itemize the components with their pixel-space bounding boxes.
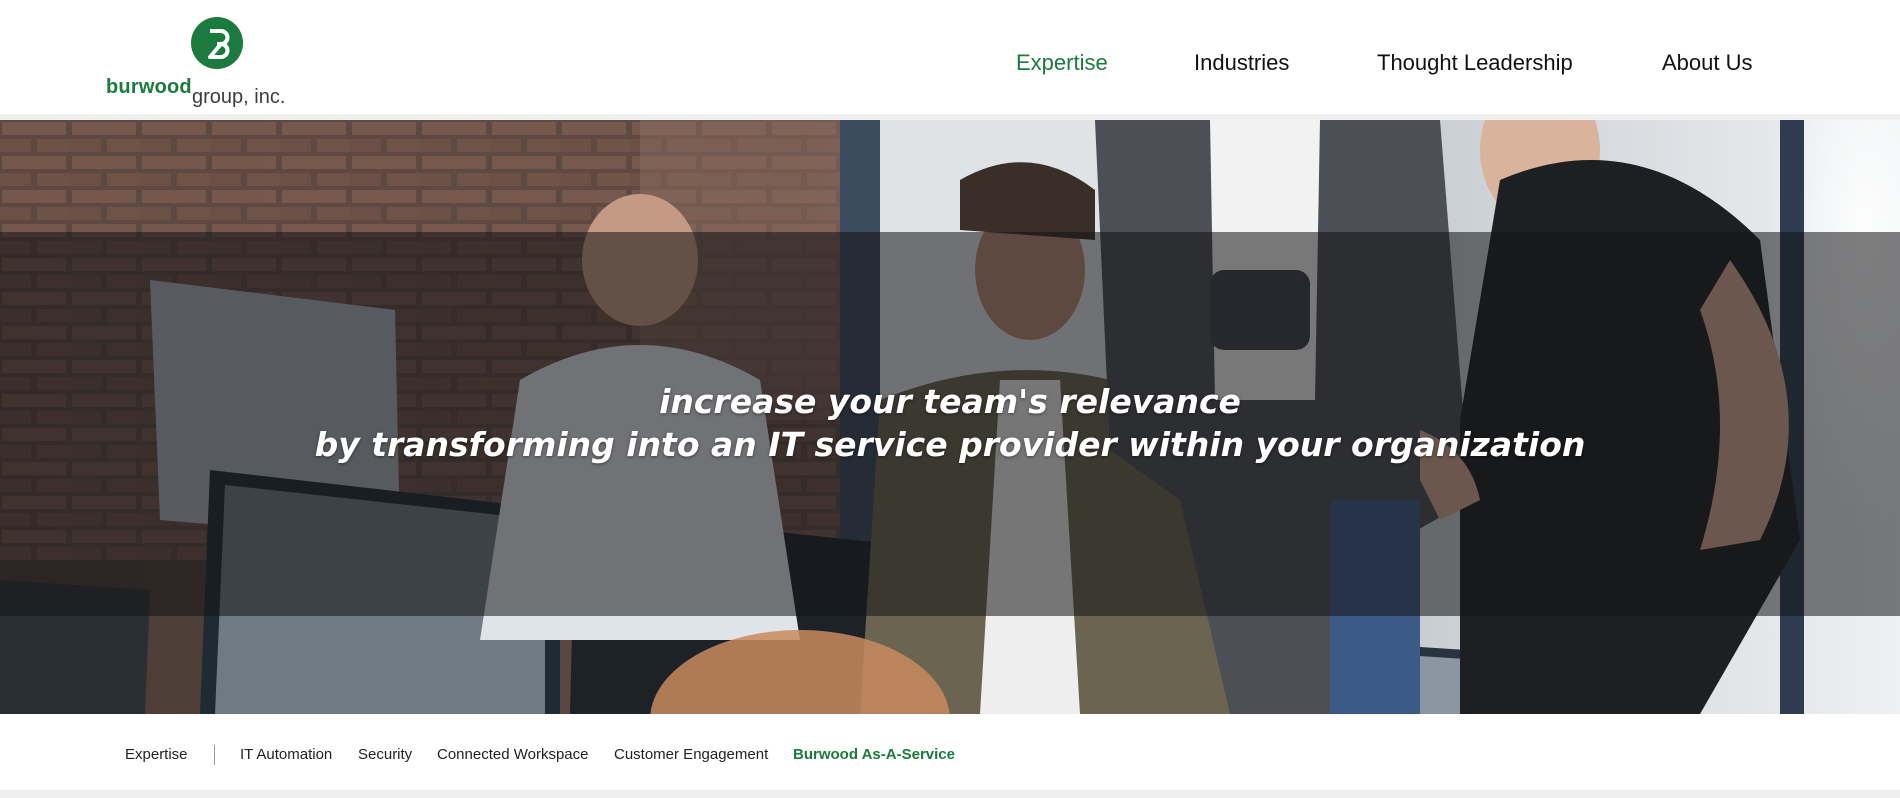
hero-headline: increase your team's relevance by transf… (0, 380, 1900, 466)
expertise-subnav: Expertise IT Automation Security Connect… (0, 714, 1900, 790)
subnav-divider (214, 745, 215, 765)
logo-wordmark-bold: burwood (106, 76, 192, 98)
nav-about-us[interactable]: About Us (1662, 50, 1753, 76)
nav-thought-leadership[interactable]: Thought Leadership (1377, 50, 1573, 76)
subnav-root-expertise[interactable]: Expertise (125, 746, 188, 763)
subnav-security[interactable]: Security (358, 746, 412, 763)
logo-wordmark-rest: group, inc. (192, 86, 286, 108)
nav-industries[interactable]: Industries (1194, 50, 1289, 76)
subnav-connected-workspace[interactable]: Connected Workspace (437, 746, 588, 763)
nav-expertise[interactable]: Expertise (1016, 50, 1108, 76)
subnav-customer-engagement[interactable]: Customer Engagement (614, 746, 768, 763)
hero-headline-line-2: by transforming into an IT service provi… (314, 425, 1586, 464)
burwood-logo-mark-icon (191, 17, 243, 69)
site-header: burwood group, inc. Expertise Industries… (0, 0, 1900, 116)
hero-banner: increase your team's relevance by transf… (0, 120, 1900, 714)
hero-headline-line-1: increase your team's relevance (659, 382, 1241, 421)
subnav-it-automation[interactable]: IT Automation (240, 746, 332, 763)
page-bottom-strip (0, 790, 1900, 798)
subnav-burwood-as-a-service[interactable]: Burwood As-A-Service (793, 746, 955, 763)
burwood-logo[interactable]: burwood group, inc. (104, 16, 304, 108)
